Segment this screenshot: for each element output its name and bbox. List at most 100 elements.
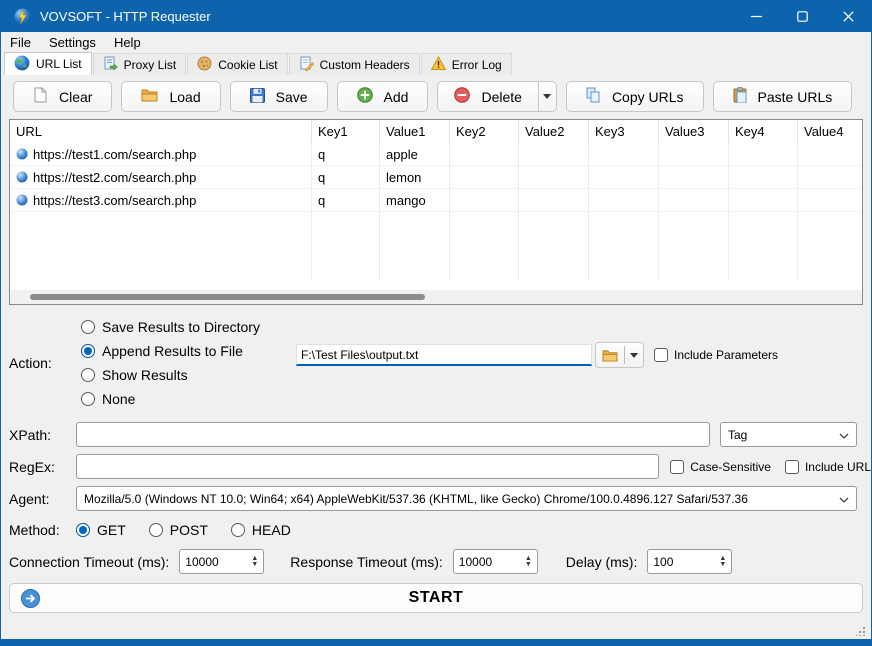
copy-urls-button[interactable]: Copy URLs <box>566 81 704 112</box>
agent-dropdown[interactable]: Mozilla/5.0 (Windows NT 10.0; Win64; x64… <box>76 486 857 511</box>
radio-indicator-selected <box>81 344 95 358</box>
radio-save-results-to-directory[interactable]: Save Results to Directory <box>81 315 260 339</box>
tab-url-list[interactable]: URL List <box>4 52 92 75</box>
agent-label: Agent: <box>1 491 76 507</box>
save-button[interactable]: Save <box>230 81 328 112</box>
xpath-mode-dropdown[interactable]: Tag <box>720 422 857 447</box>
xpath-input[interactable] <box>76 422 710 447</box>
column-header-value3[interactable]: Value3 <box>659 120 729 143</box>
url-cell: https://test2.com/search.php <box>10 166 312 189</box>
table-row[interactable]: https://test2.com/search.php q lemon <box>10 166 862 189</box>
menu-file[interactable]: File <box>1 32 40 52</box>
tab-error-log[interactable]: Error Log <box>421 53 512 75</box>
spinner-arrows-icon[interactable]: ▲▼ <box>719 556 731 568</box>
radio-indicator <box>231 523 245 537</box>
paste-urls-label: Paste URLs <box>758 89 833 105</box>
radio-none[interactable]: None <box>81 387 260 411</box>
url-table: URL Key1 Value1 Key2 Value2 Key3 Value3 … <box>9 119 863 305</box>
agent-row: Agent: Mozilla/5.0 (Windows NT 10.0; Win… <box>1 486 871 511</box>
spinner-arrows-icon[interactable]: ▲▼ <box>251 556 263 568</box>
cookie-icon <box>197 56 212 74</box>
empty-row <box>10 235 862 258</box>
column-header-url[interactable]: URL <box>10 120 312 143</box>
url-cell: https://test3.com/search.php <box>10 189 312 212</box>
radio-get[interactable]: GET <box>76 518 126 542</box>
delete-button[interactable]: Delete <box>438 82 537 111</box>
key1-cell: q <box>312 166 380 189</box>
delete-label: Delete <box>481 89 521 105</box>
key1-cell: q <box>312 143 380 166</box>
checkbox-box <box>654 348 668 362</box>
scrollbar-thumb[interactable] <box>30 294 425 300</box>
minimize-button[interactable] <box>733 0 779 32</box>
load-button[interactable]: Load <box>121 81 220 112</box>
browse-folder-button[interactable] <box>596 349 624 362</box>
browse-dropdown-arrow[interactable] <box>625 353 643 358</box>
connection-timeout-input[interactable] <box>180 555 251 569</box>
column-header-key4[interactable]: Key4 <box>729 120 798 143</box>
start-button[interactable]: START <box>9 583 863 613</box>
include-parameters-checkbox[interactable]: Include Parameters <box>654 348 778 362</box>
window-controls <box>733 0 871 32</box>
checkbox-box <box>670 460 684 474</box>
tab-proxy-list[interactable]: Proxy List <box>93 53 187 75</box>
table-row[interactable]: https://test3.com/search.php q mango <box>10 189 862 212</box>
add-label: Add <box>384 89 409 105</box>
response-timeout-label: Response Timeout (ms): <box>290 554 443 570</box>
horizontal-scrollbar[interactable] <box>10 290 862 304</box>
clear-button[interactable]: Clear <box>13 81 112 112</box>
connection-timeout-spinner[interactable]: ▲▼ <box>179 549 264 574</box>
radio-append-results-to-file[interactable]: Append Results to File <box>81 339 260 363</box>
maximize-button[interactable] <box>779 0 825 32</box>
blank-page-icon <box>33 87 48 106</box>
column-header-key2[interactable]: Key2 <box>450 120 519 143</box>
radio-head[interactable]: HEAD <box>231 518 291 542</box>
title-bar[interactable]: VOVSOFT - HTTP Requester <box>1 0 871 32</box>
checkbox-box <box>785 460 799 474</box>
menu-bar: File Settings Help <box>1 32 871 52</box>
paste-urls-button[interactable]: Paste URLs <box>713 81 853 112</box>
delay-spinner[interactable]: ▲▼ <box>647 549 732 574</box>
tab-cookie-list[interactable]: Cookie List <box>187 53 287 75</box>
app-window: VOVSOFT - HTTP Requester File Settings H… <box>0 0 872 646</box>
response-timeout-spinner[interactable]: ▲▼ <box>453 549 538 574</box>
clear-label: Clear <box>59 89 92 105</box>
copy-icon <box>586 87 601 106</box>
regex-row: RegEx: Case-Sensitive Include URL <box>1 454 871 479</box>
toolbar: Clear Load Save Add <box>1 75 871 119</box>
url-globe-icon <box>16 194 28 206</box>
column-header-value2[interactable]: Value2 <box>519 120 589 143</box>
delete-dropdown-arrow[interactable] <box>538 82 556 111</box>
menu-settings[interactable]: Settings <box>40 32 105 52</box>
close-button[interactable] <box>825 0 871 32</box>
plus-circle-icon <box>357 87 373 106</box>
output-file-input[interactable] <box>296 344 592 366</box>
minus-circle-icon <box>454 87 470 106</box>
radio-show-results[interactable]: Show Results <box>81 363 260 387</box>
regex-label: RegEx: <box>1 459 76 475</box>
radio-indicator <box>149 523 163 537</box>
value1-cell: lemon <box>380 166 450 189</box>
regex-input[interactable] <box>76 454 659 479</box>
connection-timeout-label: Connection Timeout (ms): <box>9 554 169 570</box>
radio-post[interactable]: POST <box>149 518 208 542</box>
start-label: START <box>409 589 464 607</box>
table-row[interactable]: https://test1.com/search.php q apple <box>10 143 862 166</box>
add-button[interactable]: Add <box>337 81 429 112</box>
column-header-value1[interactable]: Value1 <box>380 120 450 143</box>
key1-cell: q <box>312 189 380 212</box>
delay-input[interactable] <box>648 555 719 569</box>
include-url-checkbox[interactable]: Include URL <box>785 460 871 474</box>
action-label: Action: <box>9 355 52 371</box>
response-timeout-input[interactable] <box>454 555 525 569</box>
chevron-down-icon <box>839 492 849 506</box>
column-header-key3[interactable]: Key3 <box>589 120 659 143</box>
tab-custom-headers[interactable]: Custom Headers <box>289 53 420 75</box>
app-logo-icon <box>14 8 31 25</box>
menu-help[interactable]: Help <box>105 32 150 52</box>
case-sensitive-checkbox[interactable]: Case-Sensitive <box>670 460 771 474</box>
column-header-value4[interactable]: Value4 <box>798 120 862 143</box>
resize-grip[interactable] <box>856 627 865 636</box>
column-header-key1[interactable]: Key1 <box>312 120 380 143</box>
spinner-arrows-icon[interactable]: ▲▼ <box>525 556 537 568</box>
